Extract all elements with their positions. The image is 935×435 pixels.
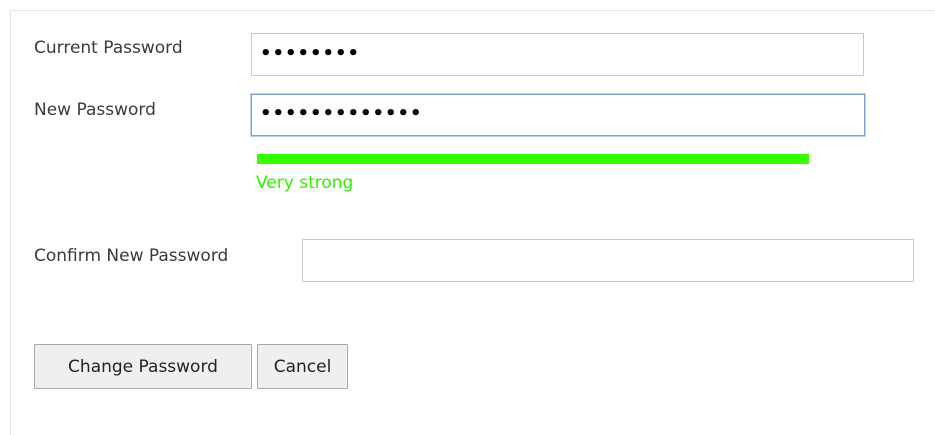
confirm-password-label: Confirm New Password (34, 246, 229, 266)
confirm-password-field[interactable] (302, 239, 914, 282)
change-password-button[interactable]: Change Password (34, 344, 252, 389)
password-strength-bar (257, 154, 809, 164)
new-password-field[interactable]: ••••••••••••• (251, 94, 865, 136)
cancel-button[interactable]: Cancel (257, 344, 348, 389)
password-strength-fill (257, 154, 809, 164)
new-password-value: ••••••••••••• (260, 103, 423, 124)
current-password-label: Current Password (34, 38, 183, 58)
current-password-value: •••••••• (260, 42, 361, 64)
current-password-field[interactable]: •••••••• (251, 33, 864, 76)
new-password-label: New Password (34, 100, 156, 120)
password-strength-text: Very strong (256, 173, 354, 193)
